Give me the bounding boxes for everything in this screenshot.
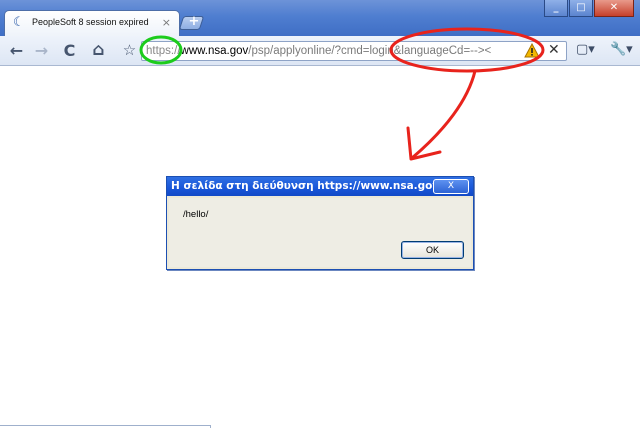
tab-close-icon[interactable]: × bbox=[162, 16, 171, 30]
tab-title: PeopleSoft 8 session expired bbox=[32, 17, 149, 27]
url-scheme: https:// bbox=[146, 45, 181, 57]
dialog-body: /hello/ OK bbox=[169, 198, 471, 267]
red-arrowhead-annotation bbox=[406, 126, 442, 161]
dialog-close-button[interactable]: X bbox=[433, 179, 469, 194]
bookmark-star-icon[interactable]: ☆ bbox=[119, 40, 140, 61]
browser-toolbar: ← → C ⌂ ☆ https://www.nsa.gov/psp/applyo… bbox=[0, 36, 640, 66]
dialog-title: Η σελίδα στη διεύθυνση https://www.nsa.g… bbox=[167, 177, 473, 196]
url-text: https://www.nsa.gov/psp/applyonline/?cmd… bbox=[146, 45, 491, 57]
reload-icon[interactable]: C bbox=[59, 40, 80, 61]
minimize-button[interactable]: _ bbox=[544, 0, 568, 17]
url-host: www.nsa.gov bbox=[180, 45, 249, 57]
red-arrow-annotation bbox=[410, 69, 477, 160]
wrench-menu-icon[interactable]: 🔧▾ bbox=[610, 42, 633, 60]
close-window-button[interactable]: ✕ bbox=[594, 0, 634, 17]
url-path: /psp/applyonline/?cmd=login&languageCd=-… bbox=[248, 45, 492, 57]
ok-button[interactable]: OK bbox=[401, 241, 464, 259]
forward-arrow-icon[interactable]: → bbox=[31, 40, 52, 61]
warning-icon[interactable] bbox=[524, 43, 540, 59]
stop-icon[interactable]: ✕ bbox=[548, 42, 560, 58]
dialog-message: /hello/ bbox=[183, 209, 209, 220]
back-arrow-icon[interactable]: ← bbox=[6, 40, 27, 61]
home-icon[interactable]: ⌂ bbox=[88, 40, 109, 61]
maximize-button[interactable]: □ bbox=[569, 0, 593, 17]
window-controls: _ □ ✕ bbox=[543, 0, 634, 19]
moon-favicon-icon: ☾ bbox=[13, 15, 25, 30]
page-menu-icon[interactable]: ▢▾ bbox=[576, 42, 595, 60]
plus-icon: + bbox=[188, 14, 200, 29]
window-titlebar: ☾ PeopleSoft 8 session expired × + _ □ ✕ bbox=[0, 0, 640, 37]
new-tab-button[interactable]: + bbox=[178, 14, 205, 30]
alert-dialog: Η σελίδα στη διεύθυνση https://www.nsa.g… bbox=[166, 176, 474, 270]
browser-tab[interactable]: ☾ PeopleSoft 8 session expired × bbox=[4, 10, 180, 37]
address-bar[interactable]: https://www.nsa.gov/psp/applyonline/?cmd… bbox=[141, 41, 567, 61]
